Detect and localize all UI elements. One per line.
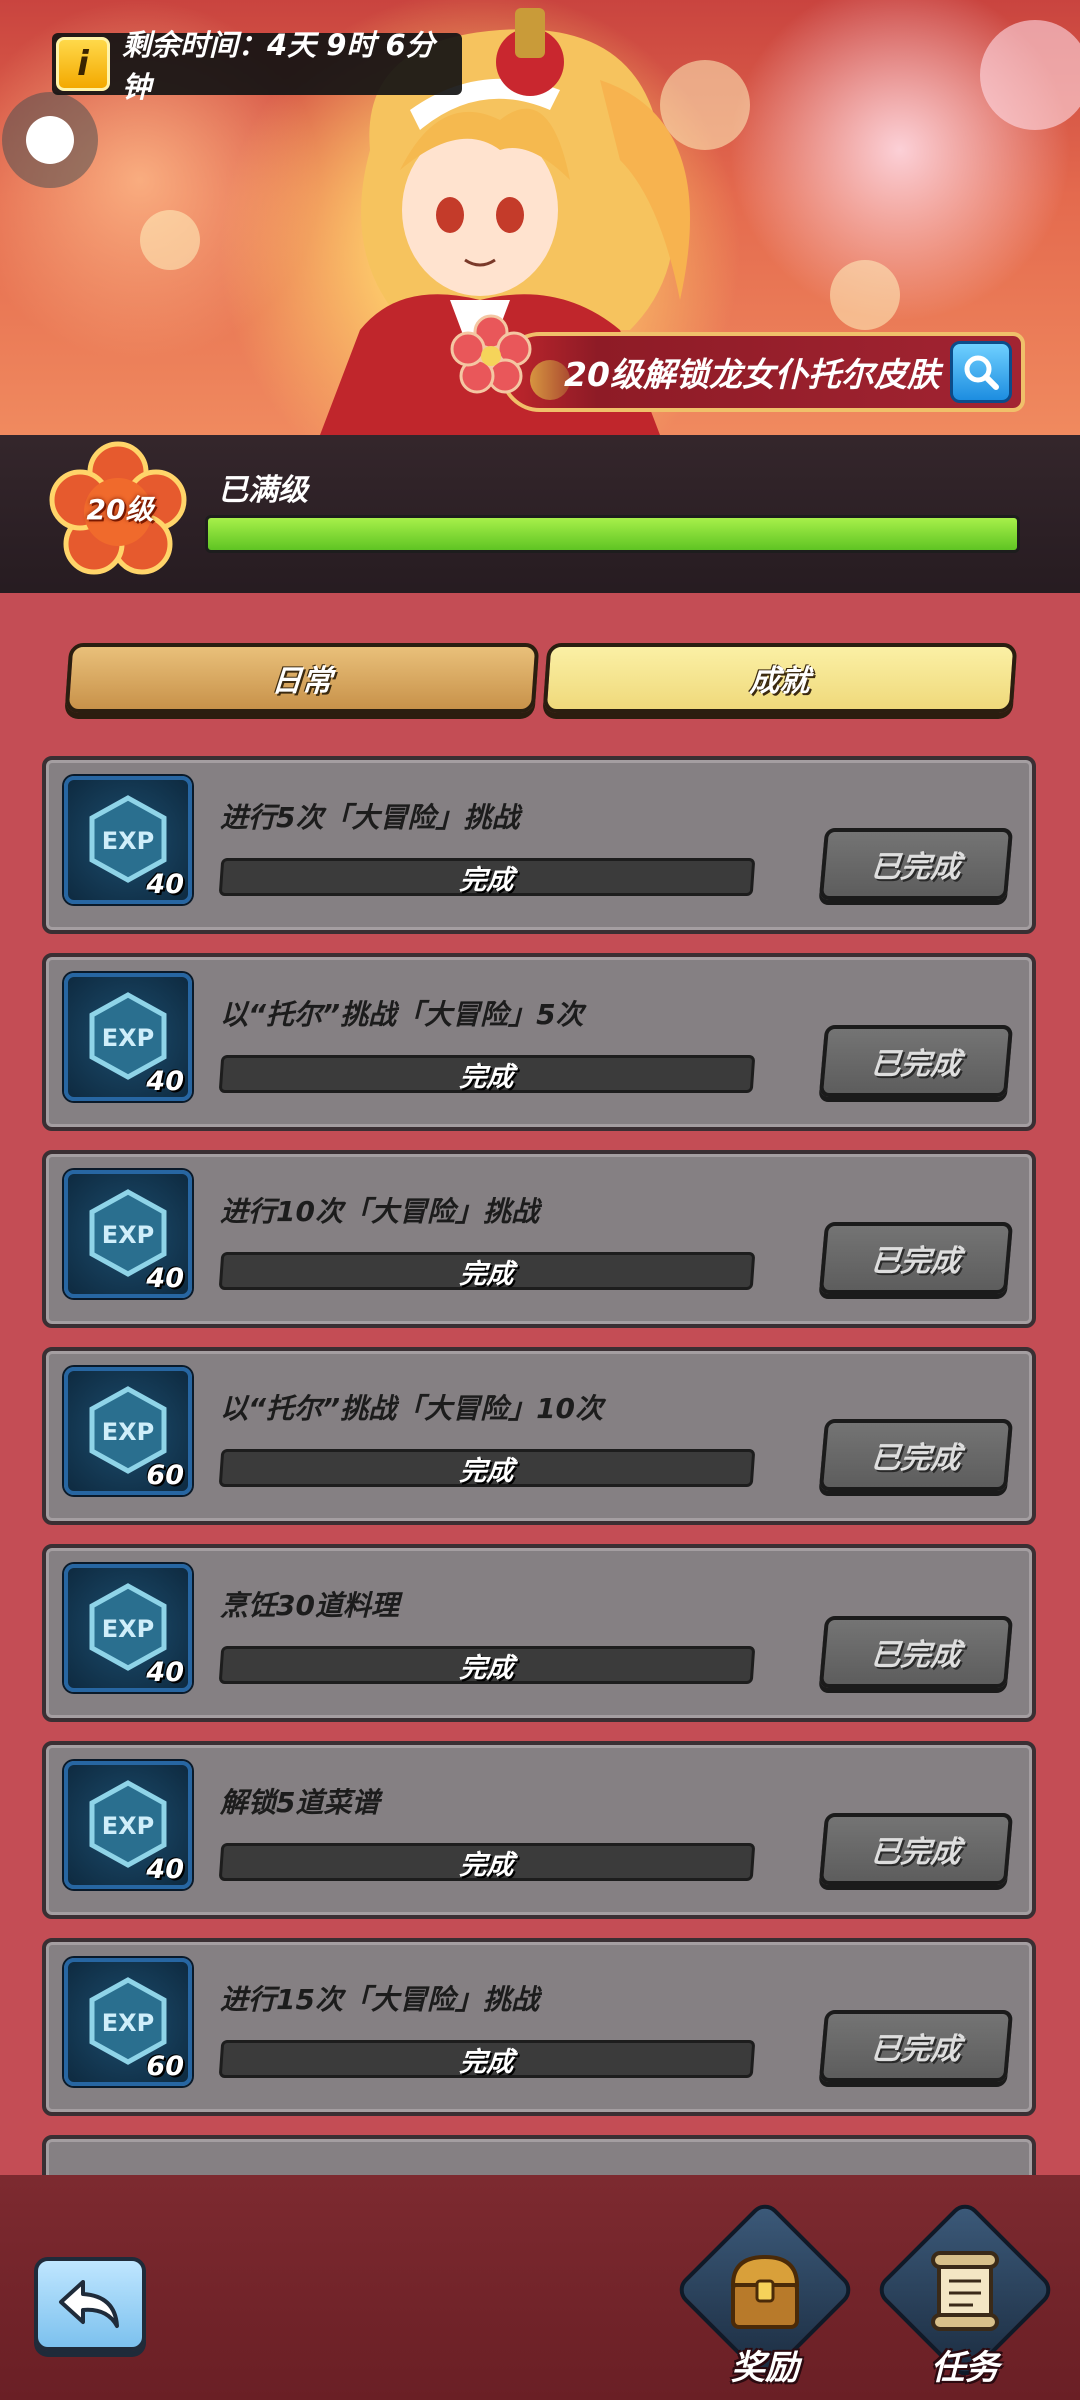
task-progress-label: 完成 <box>458 1258 515 1290</box>
exp-label: EXP <box>102 1615 155 1643</box>
task-progress-label: 完成 <box>458 1652 515 1684</box>
exp-amount: 40 <box>146 869 184 900</box>
task-tabs: 日常 成就 <box>62 643 1018 713</box>
task-progress-bar: 完成 <box>218 2040 756 2078</box>
task-completed-button[interactable]: 已完成 <box>818 1616 1014 1688</box>
level-status-label: 已满级 <box>218 473 308 508</box>
task-card-partial <box>42 2135 1036 2175</box>
task-card: EXP 60 进行15次「大冒险」挑战完成 已完成 <box>42 1938 1036 2116</box>
nav-tasks-label: 任务 <box>931 2348 999 2388</box>
task-progress-bar: 完成 <box>218 1055 756 1093</box>
task-completed-button[interactable]: 已完成 <box>818 828 1014 900</box>
exp-reward-icon: EXP 40 <box>64 776 192 904</box>
bokeh-light <box>980 20 1080 130</box>
floating-dot-icon <box>26 116 74 164</box>
task-card: EXP 40 进行5次「大冒险」挑战完成 已完成 <box>42 756 1036 934</box>
task-progress-bar: 完成 <box>218 1252 756 1290</box>
exp-label: EXP <box>102 827 155 855</box>
task-progress-bar: 完成 <box>218 1646 756 1684</box>
remaining-time-text: 剩余时间：4天 9时 6分钟 <box>122 28 435 104</box>
nav-rewards-label: 奖励 <box>731 2348 799 2388</box>
task-completed-button[interactable]: 已完成 <box>818 1419 1014 1491</box>
exp-amount: 60 <box>146 2051 184 2082</box>
task-completed-button[interactable]: 已完成 <box>818 1813 1014 1885</box>
task-progress-bar: 完成 <box>218 1843 756 1881</box>
exp-label: EXP <box>102 1418 155 1446</box>
floating-assist-button[interactable] <box>2 92 98 188</box>
exp-reward-icon: EXP 40 <box>64 1170 192 1298</box>
task-completed-button[interactable]: 已完成 <box>818 1222 1014 1294</box>
scroll-icon <box>931 2251 999 2331</box>
task-progress-label: 完成 <box>458 1061 515 1093</box>
exp-amount: 40 <box>146 1066 184 1097</box>
level-badge-text: 20级 <box>86 493 154 526</box>
task-progress-bar: 完成 <box>218 1449 756 1487</box>
task-completed-button[interactable]: 已完成 <box>818 1025 1014 1097</box>
exp-amount: 40 <box>146 1854 184 1885</box>
tab-daily[interactable]: 日常 <box>64 643 540 713</box>
nav-rewards[interactable]: 奖励 <box>673 2198 857 2395</box>
task-card: EXP 40 烹饪30道料理完成 已完成 <box>42 1544 1036 1722</box>
task-title: 进行15次「大冒险」挑战 <box>220 1983 539 2016</box>
task-title: 以“托尔”挑战「大冒险」10次 <box>220 1392 604 1425</box>
task-card: EXP 40 进行10次「大冒险」挑战完成 已完成 <box>42 1150 1036 1328</box>
sakura-flower-icon <box>450 314 532 394</box>
level-progress-fill <box>208 518 1017 550</box>
task-card: EXP 60 以“托尔”挑战「大冒险」10次完成 已完成 <box>42 1347 1036 1525</box>
remaining-time-badge: i 剩余时间：4天 9时 6分钟 <box>52 28 462 104</box>
exp-reward-icon: EXP 40 <box>64 973 192 1101</box>
task-progress-label: 完成 <box>458 1849 515 1881</box>
hero-banner: i 剩余时间：4天 9时 6分钟 20级解锁龙女仆托尔皮肤 <box>0 0 1080 435</box>
exp-amount: 40 <box>146 1263 184 1294</box>
exp-reward-icon: EXP 40 <box>64 1761 192 1889</box>
tab-achievement[interactable]: 成就 <box>542 643 1018 713</box>
exp-amount: 60 <box>146 1460 184 1491</box>
task-title: 进行5次「大冒险」挑战 <box>220 801 520 834</box>
bokeh-light <box>140 210 200 270</box>
task-progress-label: 完成 <box>458 1455 515 1487</box>
exp-amount: 40 <box>146 1657 184 1688</box>
task-title: 烹饪30道料理 <box>220 1589 399 1622</box>
exp-label: EXP <box>102 1812 155 1840</box>
exp-reward-icon: EXP 40 <box>64 1564 192 1692</box>
magnifier-icon <box>964 355 999 390</box>
exp-label: EXP <box>102 1221 155 1249</box>
exp-label: EXP <box>102 1024 155 1052</box>
task-progress-bar: 完成 <box>218 858 756 896</box>
task-card: EXP 40 解锁5道菜谱完成 已完成 <box>42 1741 1036 1919</box>
task-completed-button[interactable]: 已完成 <box>818 2010 1014 2082</box>
treasure-chest-icon <box>730 2254 800 2329</box>
back-button[interactable] <box>34 2257 146 2351</box>
task-progress-label: 完成 <box>458 2046 515 2078</box>
task-progress-label: 完成 <box>458 864 515 896</box>
bokeh-light <box>830 260 900 330</box>
exp-reward-icon: EXP 60 <box>64 1367 192 1495</box>
task-title: 以“托尔”挑战「大冒险」5次 <box>220 998 584 1031</box>
task-title: 进行10次「大冒险」挑战 <box>220 1195 539 1228</box>
nav-tasks[interactable]: 任务 <box>873 2198 1057 2395</box>
magnifier-button[interactable] <box>950 341 1012 403</box>
exp-label: EXP <box>102 2009 155 2037</box>
task-list[interactable]: EXP 40 进行5次「大冒险」挑战 完成 已完成 EXP 40 以“托尔”挑战「大冒险」5次… <box>0 750 1080 2175</box>
level-progress-bar <box>205 515 1020 553</box>
info-icon: i <box>56 37 110 91</box>
back-arrow-icon <box>59 2280 119 2328</box>
skin-unlock-banner[interactable]: 20级解锁龙女仆托尔皮肤 <box>500 332 1025 412</box>
exp-reward-icon: EXP 60 <box>64 1958 192 2086</box>
task-card: EXP 40 以“托尔”挑战「大冒险」5次完成 已完成 <box>42 953 1036 1131</box>
skin-unlock-text: 20级解锁龙女仆托尔皮肤 <box>564 355 940 394</box>
task-title: 解锁5道菜谱 <box>220 1786 380 1819</box>
